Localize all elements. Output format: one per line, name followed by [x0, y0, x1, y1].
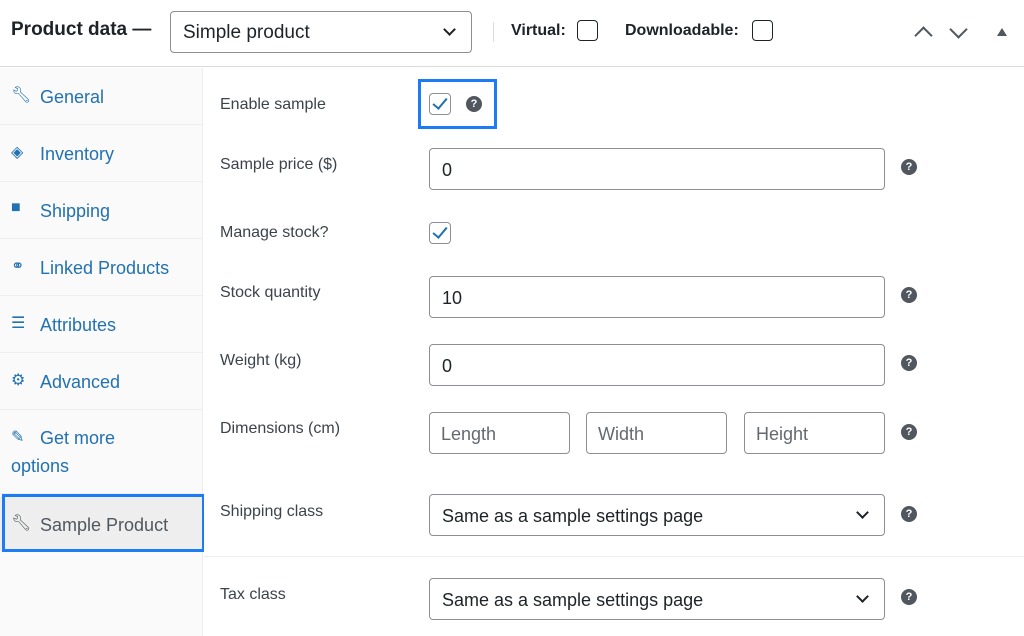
product-type-select[interactable]: Simple product [170, 11, 472, 53]
shipping-class-value: Same as a sample settings page [442, 506, 704, 526]
truck-icon: ■ [11, 199, 21, 216]
enable-sample-label: Enable sample [220, 96, 326, 113]
help-icon[interactable]: ? [466, 96, 482, 112]
tax-class-value: Same as a sample settings page [442, 590, 704, 610]
tax-class-select[interactable]: Same as a sample settings page [429, 578, 885, 620]
length-placeholder: Length [441, 424, 497, 444]
sample-price-input[interactable]: 0 [429, 148, 885, 190]
tab-inventory-label: Inventory [40, 144, 115, 164]
stock-quantity-input[interactable]: 10 [429, 276, 885, 318]
shipping-class-label: Shipping class [220, 503, 324, 520]
link-icon: ⚭ [11, 258, 25, 275]
help-icon[interactable]: ? [901, 506, 917, 522]
help-icon[interactable]: ? [901, 159, 917, 175]
product-data-header: Product data — Simple product Virtual: D… [0, 0, 1024, 67]
virtual-label: Virtual: [511, 22, 566, 39]
width-placeholder: Width [598, 424, 645, 444]
shipping-class-select[interactable]: Same as a sample settings page [429, 494, 885, 536]
tab-advanced-label: Advanced [40, 372, 121, 392]
tab-inventory[interactable]: ◈ Inventory [0, 125, 202, 182]
gear-icon: ⚙ [11, 372, 26, 389]
tab-attributes[interactable]: ☰ Attributes [0, 296, 202, 353]
sample-price-label: Sample price ($) [220, 156, 338, 173]
move-down-icon[interactable] [949, 20, 968, 39]
section-divider [204, 556, 1024, 557]
active-tab-highlight [2, 494, 205, 552]
chevron-down-icon [443, 23, 456, 36]
header-divider [493, 22, 494, 42]
help-icon[interactable]: ? [901, 355, 917, 371]
move-up-icon[interactable] [914, 26, 933, 45]
enable-sample-checkbox[interactable] [429, 93, 451, 115]
checkmark-icon [432, 94, 448, 110]
wrench-icon: 🔧︎ [11, 87, 32, 104]
virtual-checkbox[interactable] [577, 20, 598, 41]
tab-get-more-options[interactable]: ✎ Get more options [0, 410, 202, 494]
tax-class-label: Tax class [220, 586, 286, 603]
product-data-title: Product data — [11, 19, 152, 40]
weight-input[interactable]: 0 [429, 344, 885, 386]
help-icon[interactable]: ? [901, 287, 917, 303]
stock-quantity-value: 10 [442, 288, 463, 308]
help-icon[interactable]: ? [901, 424, 917, 440]
tab-attributes-label: Attributes [40, 315, 117, 335]
weight-label: Weight (kg) [220, 352, 302, 369]
manage-stock-label: Manage stock? [220, 224, 329, 241]
tab-shipping-label: Shipping [40, 201, 111, 221]
tag-icon: ◈ [11, 144, 24, 161]
width-input[interactable]: Width [586, 412, 727, 454]
tab-linked-products[interactable]: ⚭ Linked Products [0, 239, 202, 296]
downloadable-label: Downloadable: [625, 22, 739, 39]
tab-advanced[interactable]: ⚙ Advanced [0, 353, 202, 410]
product-type-value: Simple product [183, 22, 310, 43]
tab-general[interactable]: 🔧︎ General [0, 68, 202, 125]
weight-value: 0 [442, 356, 453, 376]
sample-price-value: 0 [442, 160, 453, 180]
dimensions-label: Dimensions (cm) [220, 420, 341, 437]
tab-linked-products-label: Linked Products [40, 258, 170, 278]
tab-shipping[interactable]: ■ Shipping [0, 182, 202, 239]
chevron-down-icon [856, 506, 869, 519]
manage-stock-checkbox[interactable] [429, 222, 451, 244]
help-icon[interactable]: ? [901, 589, 917, 605]
height-placeholder: Height [756, 424, 809, 444]
checkmark-icon [432, 223, 448, 239]
stock-quantity-label: Stock quantity [220, 284, 321, 301]
chevron-down-icon [856, 590, 869, 603]
tab-get-more-options-label: Get more options [11, 428, 116, 476]
tab-general-label: General [40, 87, 105, 107]
height-input[interactable]: Height [744, 412, 885, 454]
list-icon: ☰ [11, 315, 26, 332]
collapse-toggle-icon[interactable] [997, 28, 1007, 36]
length-input[interactable]: Length [429, 412, 570, 454]
downloadable-checkbox[interactable] [752, 20, 773, 41]
